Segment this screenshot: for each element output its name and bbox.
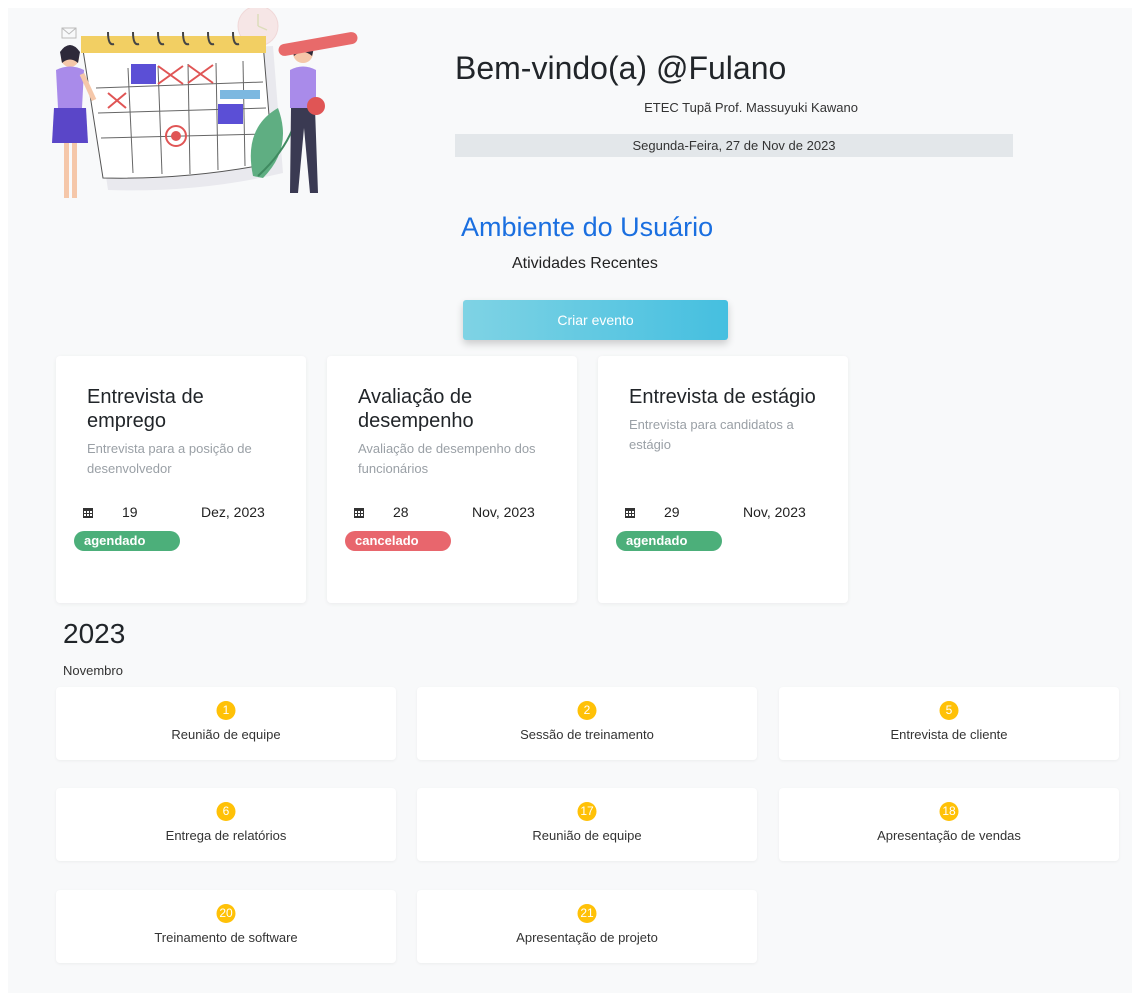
event-day-badge: 20 — [216, 904, 236, 923]
card-description: Avaliação de desempenho dos funcionários — [358, 441, 536, 476]
calendar-event[interactable]: 5 Entrevista de cliente — [779, 687, 1119, 760]
current-date-bar: Segunda-Feira, 27 de Nov de 2023 — [455, 134, 1013, 157]
event-label: Treinamento de software — [154, 930, 298, 945]
school-name: ETEC Tupã Prof. Massuyuki Kawano — [644, 100, 858, 115]
page: Bem-vindo(a) @Fulano ETEC Tupã Prof. Mas… — [8, 8, 1132, 993]
event-day-badge: 2 — [577, 701, 597, 720]
event-label: Apresentação de projeto — [516, 930, 658, 945]
event-day-badge: 6 — [216, 802, 236, 821]
calendar-event[interactable]: 6 Entrega de relatórios — [56, 788, 396, 861]
card-day: 29 — [664, 504, 680, 520]
calendar-illustration — [52, 8, 358, 198]
calendar-event[interactable]: 21 Apresentação de projeto — [417, 890, 757, 963]
card-description: Entrevista para candidatos a estágio — [629, 417, 794, 452]
calendar-year: 2023 — [63, 618, 126, 649]
activity-card[interactable]: Avaliação de desempenho Avaliação de des… — [327, 356, 577, 603]
event-label: Entrega de relatórios — [165, 828, 287, 843]
calendar-month: Novembro — [63, 663, 123, 678]
card-title: Avaliação de desempenho — [358, 386, 474, 432]
create-event-button[interactable]: Criar evento — [463, 300, 728, 340]
recent-activities-label: Atividades Recentes — [512, 255, 658, 272]
event-day-badge: 17 — [577, 802, 597, 821]
status-badge: agendado — [74, 531, 180, 551]
event-label: Reunião de equipe — [171, 727, 281, 742]
event-day-badge: 5 — [939, 701, 959, 720]
calendar-event[interactable]: 20 Treinamento de software — [56, 890, 396, 963]
calendar-event[interactable]: 1 Reunião de equipe — [56, 687, 396, 760]
calendar-icon — [354, 508, 364, 518]
card-month: Nov, 2023 — [472, 504, 535, 520]
environment-title: Ambiente do Usuário — [461, 212, 714, 242]
card-day: 28 — [393, 504, 409, 520]
card-title: Entrevista de estágio — [629, 386, 816, 408]
card-date: 29 Nov, 2023 — [625, 504, 835, 522]
calendar-event[interactable]: 18 Apresentação de vendas — [779, 788, 1119, 861]
welcome-heading: Bem-vindo(a) @Fulano — [455, 50, 787, 86]
event-label: Sessão de treinamento — [520, 727, 654, 742]
event-day-badge: 18 — [939, 802, 959, 821]
event-day-badge: 1 — [216, 701, 236, 720]
card-date: 28 Nov, 2023 — [354, 504, 564, 522]
activity-card[interactable]: Entrevista de emprego Entrevista para a … — [56, 356, 306, 603]
status-badge: cancelado — [345, 531, 451, 551]
card-month: Nov, 2023 — [743, 504, 806, 520]
event-label: Reunião de equipe — [532, 828, 642, 843]
event-day-badge: 21 — [577, 904, 597, 923]
calendar-event[interactable]: 17 Reunião de equipe — [417, 788, 757, 861]
calendar-icon — [625, 508, 635, 518]
card-day: 19 — [122, 504, 138, 520]
card-title: Entrevista de emprego — [87, 386, 204, 432]
card-date: 19 Dez, 2023 — [83, 504, 293, 522]
card-month: Dez, 2023 — [201, 504, 265, 520]
event-label: Apresentação de vendas — [877, 828, 1021, 843]
calendar-icon — [83, 508, 93, 518]
activity-card[interactable]: Entrevista de estágio Entrevista para ca… — [598, 356, 848, 603]
event-label: Entrevista de cliente — [890, 727, 1008, 742]
status-badge: agendado — [616, 531, 722, 551]
calendar-event[interactable]: 2 Sessão de treinamento — [417, 687, 757, 760]
card-description: Entrevista para a posição de desenvolved… — [87, 441, 252, 476]
